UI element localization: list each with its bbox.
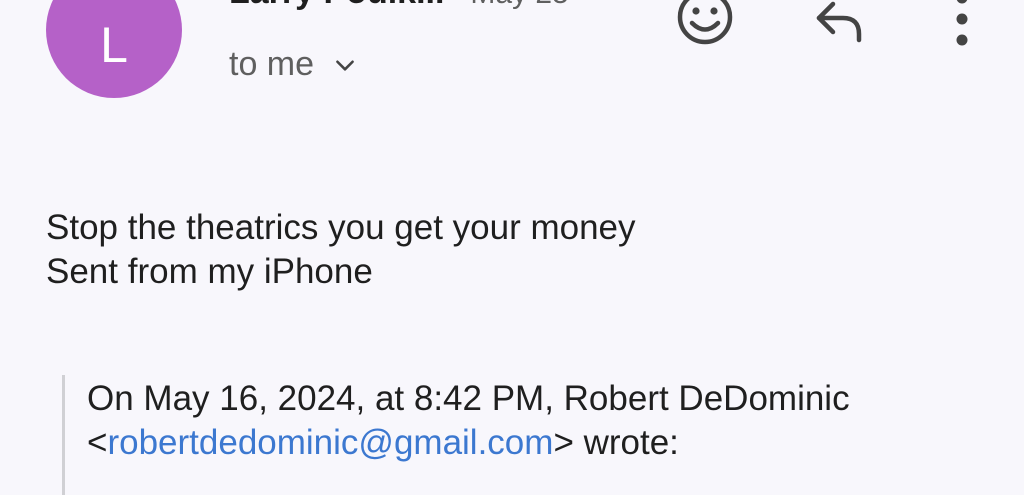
- quote-open-bracket: <: [87, 423, 108, 462]
- sender-line: Larry Poulk... May 25: [229, 0, 569, 12]
- message-signature: Sent from my iPhone: [46, 252, 373, 291]
- quote-intro: On May 16, 2024, at 8:42 PM, Robert DeDo…: [87, 379, 850, 418]
- add-reaction-button[interactable]: [675, 0, 735, 48]
- reply-icon: [816, 1, 862, 43]
- quoted-message: On May 16, 2024, at 8:42 PM, Robert DeDo…: [62, 375, 965, 495]
- message-line-1: Stop the theatrics you get your money: [46, 208, 636, 247]
- recipient-toggle[interactable]: to me: [229, 45, 358, 84]
- reply-button[interactable]: [813, 0, 869, 46]
- more-vert-icon: [956, 0, 968, 46]
- recipient-label: to me: [229, 45, 315, 83]
- more-options-button[interactable]: [948, 0, 976, 48]
- avatar-letter: L: [100, 17, 128, 73]
- message-body: Stop the theatrics you get your money Se…: [46, 206, 636, 294]
- quote-attribution: <robertdedominic@gmail.com> wrote:: [87, 421, 850, 465]
- quoted-text: On May 16, 2024, at 8:42 PM, Robert DeDo…: [87, 377, 850, 465]
- sender-avatar[interactable]: L: [46, 0, 182, 98]
- sender-name[interactable]: Larry Poulk...: [229, 0, 444, 12]
- emoji-icon: [677, 0, 733, 45]
- message-date: May 25: [470, 0, 568, 11]
- chevron-down-icon: [336, 59, 354, 71]
- quote-wrote: > wrote:: [553, 423, 679, 462]
- quote-email-link[interactable]: robertdedominic@gmail.com: [107, 423, 553, 462]
